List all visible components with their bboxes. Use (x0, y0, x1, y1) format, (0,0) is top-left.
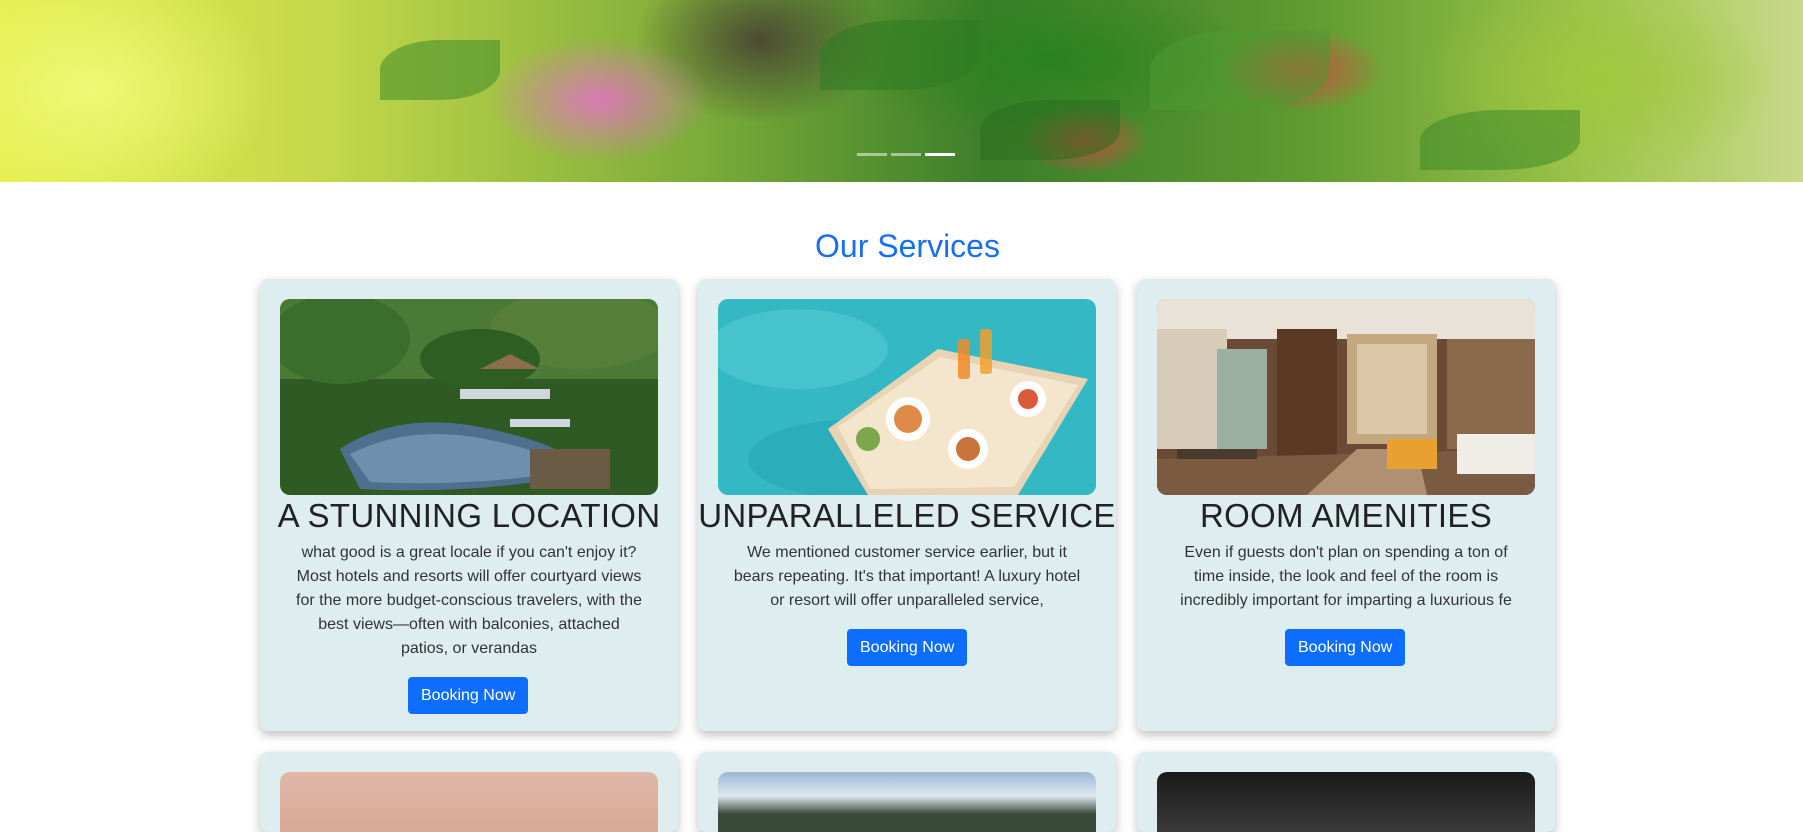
card-text: We mentioned customer service earlier, b… (733, 544, 1081, 609)
card-heading: A STUNNING LOCATION (277, 497, 661, 534)
jungle-pool-image (280, 299, 658, 495)
card-heading: ROOM AMENITIES (1199, 497, 1493, 534)
card-text: what good is a great locale if you can't… (296, 544, 642, 657)
service-card-service: UNPARALLELED SERVICE We mentioned custom… (698, 279, 1116, 731)
carousel-indicator-1[interactable] (857, 153, 887, 156)
section-title: Our Services (815, 228, 1000, 264)
service-card (698, 752, 1116, 832)
booking-now-button[interactable]: Booking Now (1285, 629, 1406, 666)
booking-now-button[interactable]: Booking Now (847, 629, 968, 666)
service-card (1137, 752, 1555, 832)
carousel-indicators (857, 153, 955, 156)
service-card-location: A STUNNING LOCATION what good is a great… (260, 279, 678, 731)
hero-carousel[interactable] (0, 0, 1803, 182)
service-card (260, 752, 678, 832)
dark-interior-image (1157, 772, 1535, 832)
mountain-image (718, 772, 1096, 832)
carousel-indicator-3[interactable] (925, 153, 955, 156)
floating-breakfast-image (718, 299, 1096, 495)
sunset-image (280, 772, 658, 832)
service-card-amenities: ROOM AMENITIES Even if guests don't plan… (1137, 279, 1555, 731)
card-heading: UNPARALLELED SERVICE (698, 497, 1116, 534)
card-text: Even if guests don't plan on spending a … (1180, 544, 1512, 609)
booking-now-button[interactable]: Booking Now (408, 677, 529, 714)
carousel-indicator-2[interactable] (891, 153, 921, 156)
hotel-room-image (1157, 299, 1535, 495)
